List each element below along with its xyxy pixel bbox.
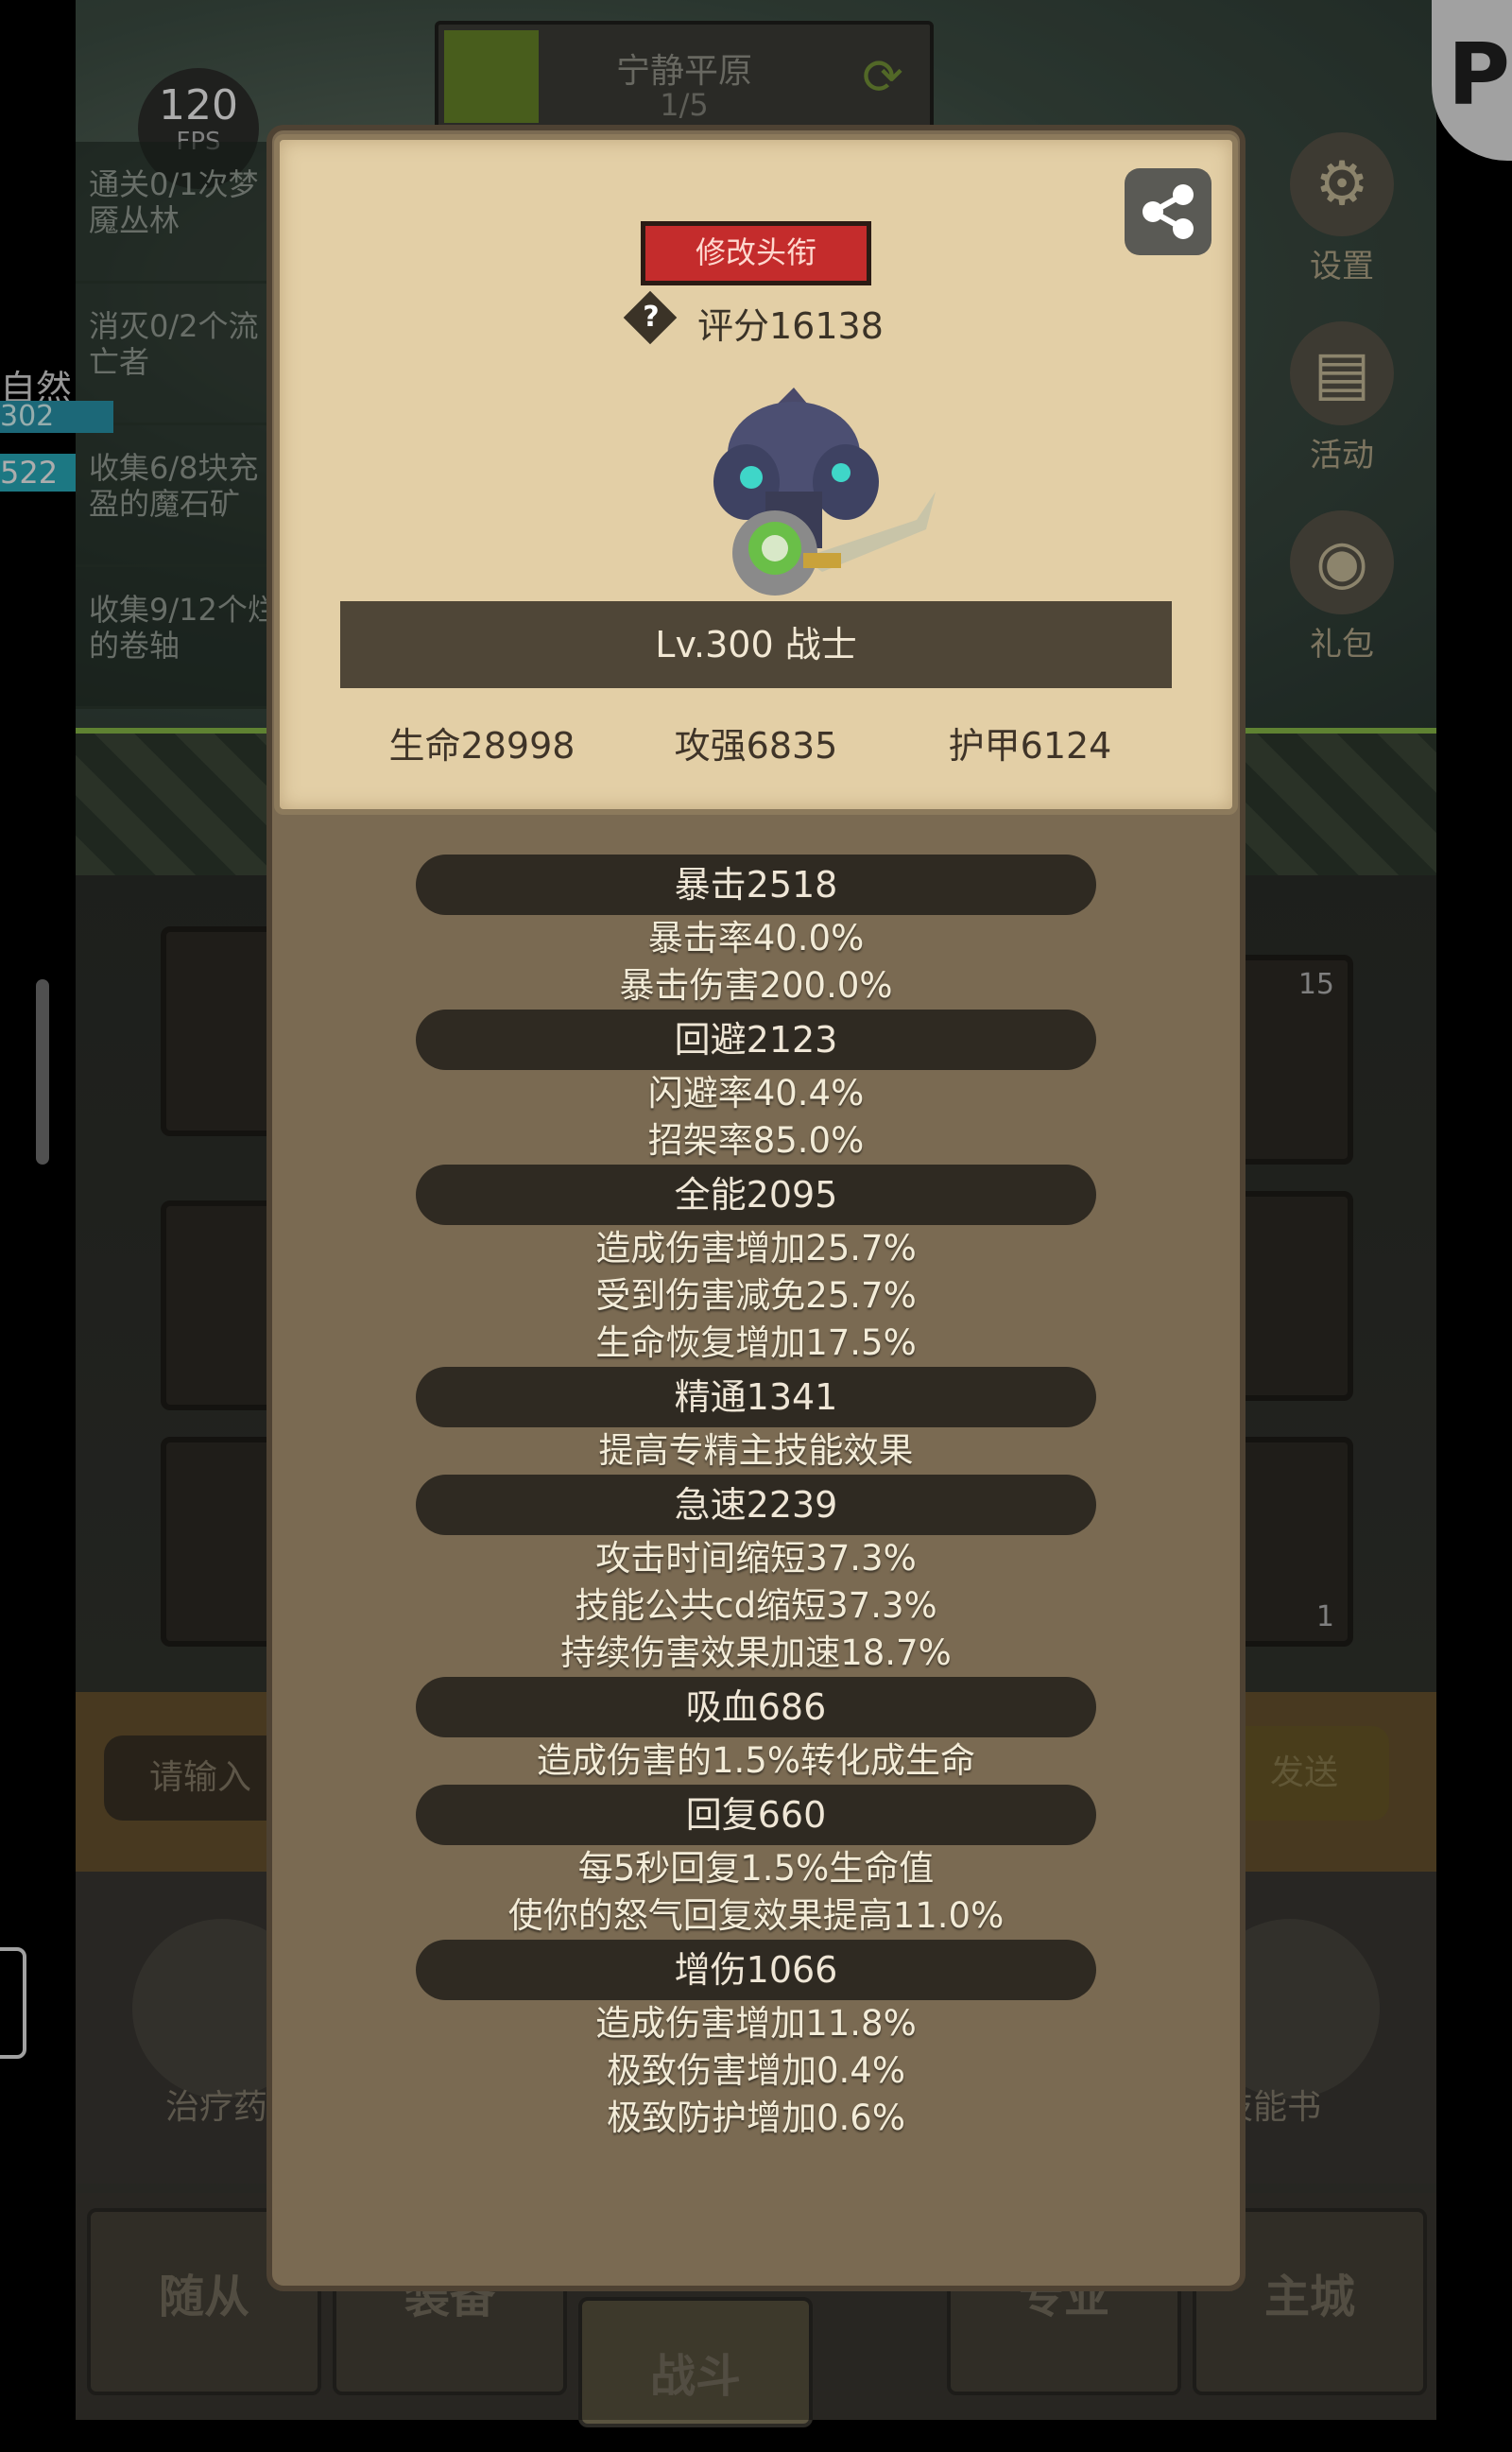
section-header-avoidance: 回避2123 xyxy=(416,1010,1096,1070)
stat-line: 极致伤害增加0.4% xyxy=(607,2050,905,2091)
stat-line: 暴击伤害200.0% xyxy=(619,965,893,1006)
level-class-banner: Lv.300 战士 xyxy=(340,601,1172,688)
stat-line: 闪避率40.4% xyxy=(647,1073,865,1114)
stat-attack-power: 攻强6835 xyxy=(674,725,838,767)
share-icon xyxy=(1143,184,1194,239)
stat-line: 受到伤害减免25.7% xyxy=(595,1275,917,1316)
stat-line: 生命恢复增加17.5% xyxy=(595,1322,917,1363)
section-header-leech: 吸血686 xyxy=(416,1677,1096,1737)
section-header-versatility: 全能2095 xyxy=(416,1165,1096,1225)
change-title-button[interactable]: 修改头衔 xyxy=(641,221,871,285)
stat-line: 每5秒回复1.5%生命值 xyxy=(577,1848,935,1889)
stat-line: 攻击时间缩短37.3% xyxy=(595,1538,917,1579)
stat-line: 招架率85.0% xyxy=(647,1120,865,1161)
section-header-crit: 暴击2518 xyxy=(416,855,1096,915)
stat-line: 造成伤害的1.5%转化成生命 xyxy=(537,1740,975,1781)
section-header-damage-bonus: 增伤1066 xyxy=(416,1940,1096,2000)
score-row: ? 评分16138 xyxy=(616,290,900,350)
stat-line: 使你的怒气回复效果提高11.0% xyxy=(507,1895,1005,1936)
stat-line: 技能公共cd缩短37.3% xyxy=(575,1585,937,1626)
stat-line: 提高专精主技能效果 xyxy=(598,1430,914,1471)
stat-line: 极致防护增加0.6% xyxy=(607,2098,905,2138)
stat-line: 暴击率40.0% xyxy=(647,918,865,958)
warrior-avatar xyxy=(713,388,936,596)
stat-line: 持续伤害效果加速18.7% xyxy=(560,1632,952,1673)
stat-hp: 生命28998 xyxy=(388,725,576,767)
stat-line: 造成伤害增加25.7% xyxy=(595,1228,917,1269)
share-button[interactable] xyxy=(1125,168,1211,255)
score-value: 评分16138 xyxy=(697,305,884,347)
section-header-mastery: 精通1341 xyxy=(416,1367,1096,1427)
section-header-haste: 急速2239 xyxy=(416,1475,1096,1535)
help-icon[interactable]: ? xyxy=(629,293,673,342)
stat-sections: 暴击2518 暴击率40.0% 暴击伤害200.0% 回避2123 闪避率40.… xyxy=(266,855,1246,2142)
section-header-regen: 回复660 xyxy=(416,1785,1096,1845)
stat-line: 造成伤害增加11.8% xyxy=(595,2003,917,2044)
stat-armor: 护甲6124 xyxy=(948,725,1112,767)
base-stats: 生命28998 攻强6835 护甲6124 xyxy=(340,717,1172,773)
